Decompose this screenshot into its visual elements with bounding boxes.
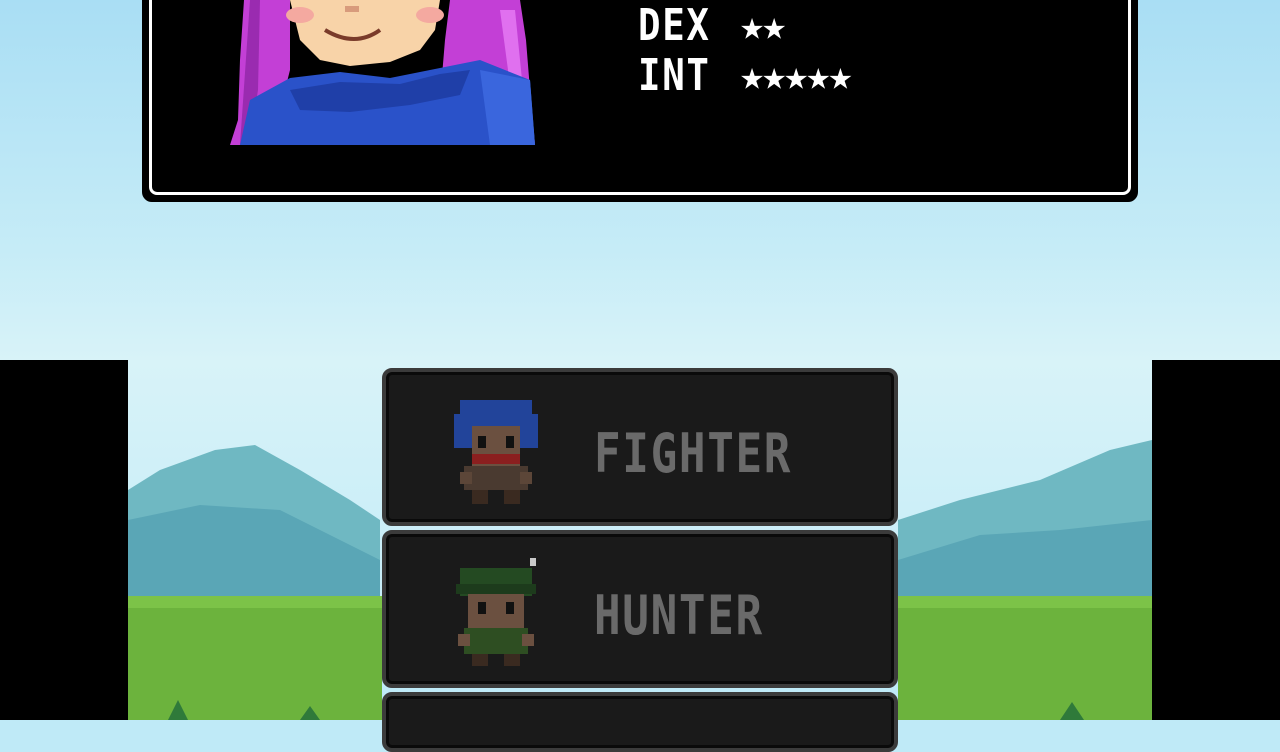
class-label-fighter: FIGHTER [594, 422, 793, 485]
class-label-hunter: HUNTER [594, 584, 764, 647]
stat-row-dex: DEX ★★ [638, 0, 786, 51]
grass-left-top [128, 596, 382, 608]
star-rating-icon: ★★ [740, 3, 786, 49]
stat-name: DEX [638, 0, 711, 51]
stat-name: INT [638, 50, 711, 101]
class-button-partial[interactable] [382, 692, 898, 752]
stat-row-int: INT ★★★★★ [638, 50, 852, 101]
grass-left [128, 600, 382, 720]
fighter-sprite-icon [454, 400, 538, 504]
portrait-mage-girl [230, 0, 535, 145]
star-rating-icon: ★★★★★ [740, 53, 852, 99]
right-letterbox [1152, 360, 1280, 720]
left-letterbox [0, 360, 128, 720]
class-button-hunter[interactable]: HUNTER [382, 530, 898, 688]
grass-right [898, 600, 1152, 720]
hunter-sprite-icon [456, 558, 536, 666]
class-button-fighter[interactable]: FIGHTER [382, 368, 898, 526]
grass-right-top [898, 596, 1152, 608]
